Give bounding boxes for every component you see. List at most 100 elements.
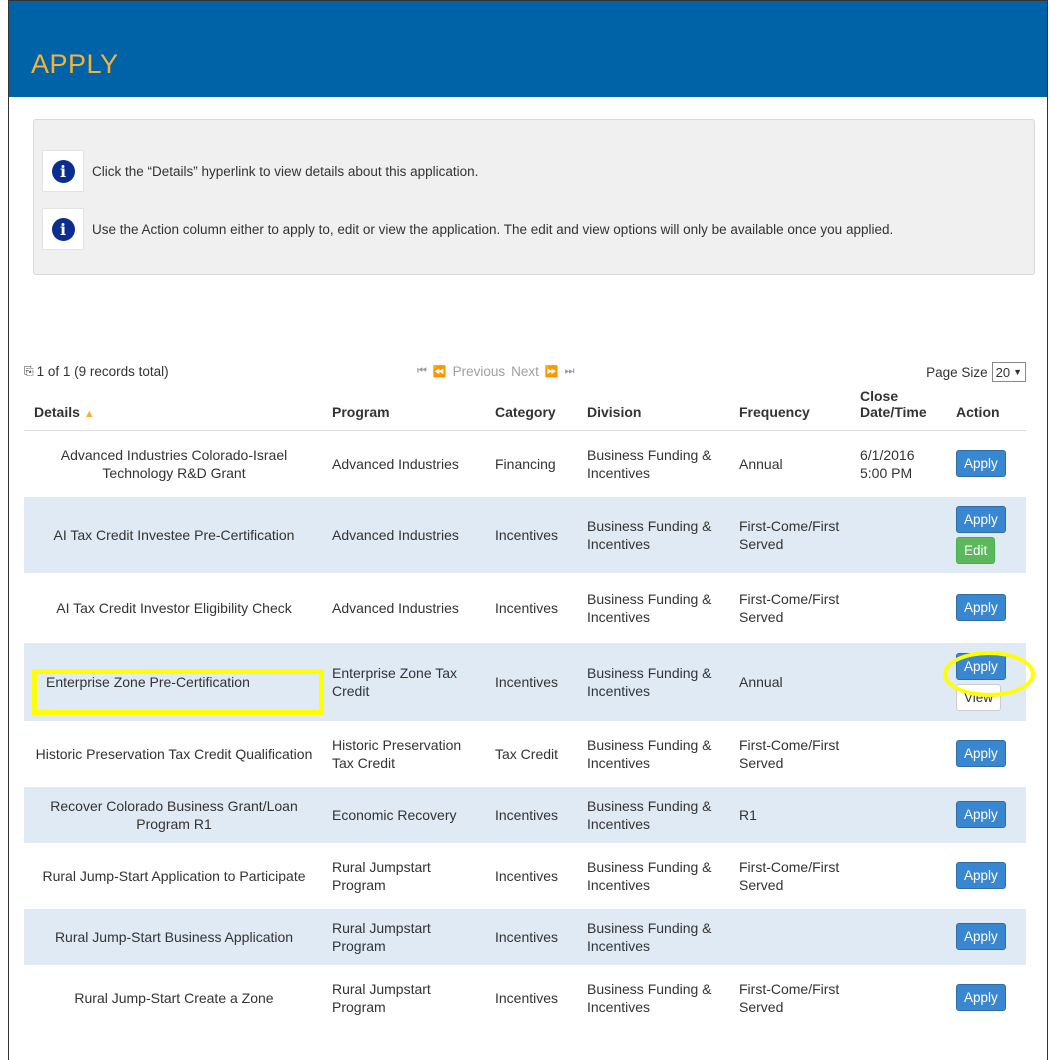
close-date-cell: [852, 496, 948, 573]
info-text: Use the Action column either to apply to…: [92, 221, 894, 237]
close-date-cell: [852, 843, 948, 909]
details-link[interactable]: Historic Preservation Tax Credit Qualifi…: [24, 721, 324, 787]
details-link[interactable]: Rural Jump-Start Create a Zone: [24, 965, 324, 1031]
program-cell: Advanced Industries: [332, 455, 459, 472]
frequency-cell: First-Come/First Served: [739, 736, 840, 771]
close-date-cell: 6/1/2016 5:00 PM: [860, 446, 915, 481]
apply-button[interactable]: Apply: [956, 923, 1006, 950]
action-cell: Apply View: [948, 642, 1026, 721]
action-cell: Apply Edit: [948, 496, 1026, 573]
applications-table: Details ▲ Program Category Division Frequ…: [24, 388, 1026, 1031]
next-page-icon[interactable]: ⏩: [545, 365, 559, 378]
info-text: Click the “Details” hyperlink to view de…: [92, 163, 479, 179]
details-link[interactable]: Recover Colorado Business Grant/Loan Pro…: [24, 786, 324, 843]
apply-button[interactable]: Apply: [956, 594, 1006, 621]
pager-nav: ⏮ ⏪ Previous Next ⏩ ⏭: [417, 364, 575, 379]
pager-summary: ⎘ 1 of 1 (9 records total): [24, 364, 169, 379]
pages-icon: ⎘: [24, 364, 34, 378]
frequency-cell: R1: [731, 786, 852, 843]
apply-button[interactable]: Apply: [956, 740, 1006, 767]
table-row: Rural Jump-Start Application to Particip…: [24, 843, 1026, 909]
records-summary: 1 of 1 (9 records total): [36, 364, 169, 379]
table-row: Rural Jump-Start Create a Zone Rural Jum…: [24, 965, 1026, 1031]
frequency-cell: [731, 908, 852, 965]
action-cell: Apply: [948, 965, 1026, 1031]
details-link[interactable]: AI Tax Credit Investor Eligibility Check: [24, 573, 324, 643]
category-cell: Incentives: [487, 908, 579, 965]
division-cell: Business Funding & Incentives: [579, 786, 731, 843]
category-cell: Incentives: [487, 642, 579, 721]
frequency-cell: Annual: [739, 455, 783, 472]
page-size-select[interactable]: 20 ▼: [991, 362, 1026, 382]
page-size: Page Size 20 ▼: [926, 362, 1026, 382]
category-cell: Incentives: [495, 989, 559, 1006]
close-date-cell: [852, 908, 948, 965]
details-link[interactable]: Enterprise Zone Pre-Certification: [24, 642, 324, 721]
info-icon: i: [51, 159, 75, 183]
action-cell: Apply: [948, 843, 1026, 909]
view-button[interactable]: View: [956, 683, 1002, 711]
previous-link[interactable]: Previous: [453, 364, 506, 379]
details-link[interactable]: AI Tax Credit Investee Pre-Certification: [24, 496, 324, 573]
apply-button[interactable]: Apply: [956, 862, 1006, 889]
page-header: APPLY: [9, 1, 1047, 97]
division-cell: Business Funding & Incentives: [579, 642, 731, 721]
division-cell: Business Funding & Incentives: [579, 496, 731, 573]
category-cell: Incentives: [495, 867, 559, 884]
close-date-cell: [852, 642, 948, 721]
column-header-close-date[interactable]: Close Date/Time: [852, 388, 948, 431]
frequency-cell: First-Come/First Served: [739, 858, 840, 893]
division-cell: Business Funding & Incentives: [587, 736, 712, 771]
details-link[interactable]: Advanced Industries Colorado-Israel Tech…: [24, 431, 324, 497]
table-row: Enterprise Zone Pre-Certification Enterp…: [24, 642, 1026, 721]
chevron-down-icon: ▼: [1013, 367, 1022, 377]
column-header-program[interactable]: Program: [324, 388, 487, 431]
column-header-action: Action: [948, 388, 1026, 431]
action-cell: Apply: [948, 573, 1026, 643]
action-cell: Apply: [948, 431, 1026, 497]
division-cell: Business Funding & Incentives: [587, 980, 712, 1015]
action-cell: Apply: [948, 786, 1026, 843]
close-date-cell: [852, 965, 948, 1031]
apply-button[interactable]: Apply: [956, 652, 1006, 680]
frequency-cell: First-Come/First Served: [739, 590, 840, 625]
program-cell: Advanced Industries: [324, 496, 487, 573]
close-date-cell: [852, 573, 948, 643]
category-cell: Incentives: [495, 599, 559, 616]
table-row: Recover Colorado Business Grant/Loan Pro…: [24, 786, 1026, 843]
apply-button[interactable]: Apply: [956, 450, 1006, 478]
info-icon: i: [51, 217, 75, 241]
edit-button[interactable]: Edit: [956, 536, 996, 564]
column-header-category[interactable]: Category: [487, 388, 579, 431]
apply-button[interactable]: Apply: [956, 801, 1006, 828]
column-header-frequency[interactable]: Frequency: [731, 388, 852, 431]
next-link[interactable]: Next: [511, 364, 539, 379]
frequency-cell: Annual: [731, 642, 852, 721]
info-row-action: i Use the Action column either to apply …: [42, 208, 893, 250]
apply-button[interactable]: Apply: [956, 984, 1006, 1011]
previous-page-icon[interactable]: ⏪: [433, 365, 447, 378]
table-row: Rural Jump-Start Business Application Ru…: [24, 908, 1026, 965]
details-link[interactable]: Rural Jump-Start Business Application: [24, 908, 324, 965]
program-cell: Rural Jumpstart Program: [332, 858, 431, 893]
column-header-details[interactable]: Details ▲: [24, 388, 324, 431]
division-cell: Business Funding & Incentives: [587, 590, 712, 625]
program-cell: Rural Jumpstart Program: [332, 980, 431, 1015]
frequency-cell: First-Come/First Served: [731, 496, 852, 573]
first-page-icon[interactable]: ⏮: [417, 365, 427, 378]
close-date-cell: [852, 721, 948, 787]
program-cell: Advanced Industries: [332, 599, 459, 616]
frequency-cell: First-Come/First Served: [739, 980, 840, 1015]
table-row: AI Tax Credit Investor Eligibility Check…: [24, 573, 1026, 643]
action-cell: Apply: [948, 908, 1026, 965]
category-cell: Tax Credit: [495, 745, 559, 762]
apply-button[interactable]: Apply: [956, 505, 1006, 533]
division-cell: Business Funding & Incentives: [587, 446, 712, 481]
page-title: APPLY: [31, 49, 119, 79]
table-row: AI Tax Credit Investee Pre-Certification…: [24, 496, 1026, 573]
program-cell: Economic Recovery: [324, 786, 487, 843]
details-link[interactable]: Rural Jump-Start Application to Particip…: [24, 843, 324, 909]
column-header-division[interactable]: Division: [579, 388, 731, 431]
last-page-icon[interactable]: ⏭: [565, 365, 575, 378]
pager-bar: ⎘ 1 of 1 (9 records total) ⏮ ⏪ Previous …: [24, 362, 1026, 384]
